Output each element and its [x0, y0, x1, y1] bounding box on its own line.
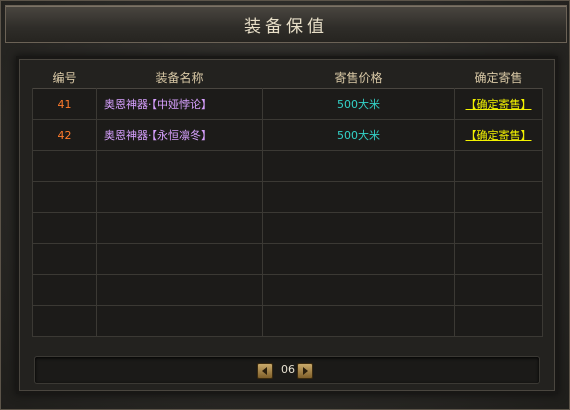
- row-number: 41: [32, 88, 97, 120]
- title-bar: 装备保值: [5, 5, 567, 43]
- consign-price: 500大米: [262, 119, 455, 151]
- arrow-left-icon: [262, 367, 267, 375]
- prev-page-button[interactable]: [257, 363, 273, 379]
- confirm-cell: [454, 274, 543, 306]
- confirm-consign-link[interactable]: 【确定寄售】: [466, 98, 532, 111]
- row-number: [32, 305, 97, 337]
- confirm-cell: [454, 305, 543, 337]
- row-number: 42: [32, 119, 97, 151]
- confirm-cell: 【确定寄售】: [454, 88, 543, 120]
- header-equipment-name: 装备名称: [155, 70, 204, 85]
- next-page-button[interactable]: [297, 363, 313, 379]
- consign-price: [262, 181, 455, 213]
- table-row: [32, 150, 543, 182]
- consign-price: 500大米: [262, 88, 455, 120]
- table-row: [32, 243, 543, 275]
- confirm-cell: [454, 243, 543, 275]
- consign-price: [262, 150, 455, 182]
- equipment-name: [96, 212, 263, 244]
- equipment-name: [96, 181, 263, 213]
- window-frame: 装备保值 编号 装备名称 寄售价格 确定寄售 41 奥恩神器·【中娅悖论】 500大…: [0, 0, 570, 410]
- equipment-name: 奥恩神器·【中娅悖论】: [96, 88, 263, 120]
- equipment-name: 奥恩神器·【永恒凛冬】: [96, 119, 263, 151]
- confirm-consign-link[interactable]: 【确定寄售】: [466, 129, 532, 142]
- header-number: 编号: [52, 70, 77, 85]
- table-row: [32, 305, 543, 337]
- consign-price: [262, 212, 455, 244]
- table-row: [32, 212, 543, 244]
- consignment-panel: 编号 装备名称 寄售价格 确定寄售 41 奥恩神器·【中娅悖论】 500大米 【确定寄…: [19, 59, 555, 391]
- table-row: 41 奥恩神器·【中娅悖论】 500大米 【确定寄售】: [32, 88, 543, 120]
- row-number: [32, 243, 97, 275]
- header-confirm: 确定寄售: [474, 70, 523, 85]
- arrow-right-icon: [303, 367, 308, 375]
- consign-price: [262, 243, 455, 275]
- row-number: [32, 181, 97, 213]
- pager: 06: [34, 356, 540, 384]
- equipment-name: [96, 305, 263, 337]
- equipment-name: [96, 243, 263, 275]
- confirm-cell: [454, 181, 543, 213]
- table-header-row: 编号 装备名称 寄售价格 确定寄售: [33, 66, 543, 89]
- table-row: 42 奥恩神器·【永恒凛冬】 500大米 【确定寄售】: [32, 119, 543, 151]
- consign-price: [262, 274, 455, 306]
- table-row: [32, 274, 543, 306]
- header-price: 寄售价格: [334, 70, 383, 85]
- consign-price: [262, 305, 455, 337]
- table-row: [32, 181, 543, 213]
- row-number: [32, 274, 97, 306]
- confirm-cell: [454, 150, 543, 182]
- equipment-name: [96, 274, 263, 306]
- equipment-table: 编号 装备名称 寄售价格 确定寄售 41 奥恩神器·【中娅悖论】 500大米 【确定寄…: [32, 66, 543, 337]
- confirm-cell: 【确定寄售】: [454, 119, 543, 151]
- row-number: [32, 212, 97, 244]
- window-title: 装备保值: [244, 17, 328, 37]
- confirm-cell: [454, 212, 543, 244]
- equipment-name: [96, 150, 263, 182]
- row-number: [32, 150, 97, 182]
